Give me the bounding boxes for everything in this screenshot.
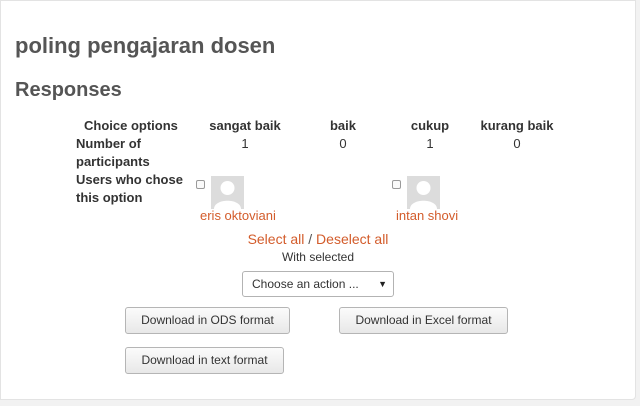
count-baik: 0 [339,136,347,151]
choice-options-header: Choice options [84,118,178,133]
avatar[interactable] [211,176,244,209]
select-all-link[interactable]: Select all [248,231,305,247]
participants-label-line2: participants [76,154,150,169]
participants-label: Number of participants [76,135,150,171]
download-text-button[interactable]: Download in text format [125,347,284,374]
chevron-down-icon: ▼ [378,279,387,289]
avatar[interactable] [407,176,440,209]
user-name-link[interactable]: intan shovi [396,208,458,224]
section-heading-responses: Responses [15,79,122,101]
select-links: Select all / Deselect all [218,230,418,248]
users-label: Users who chose this option [76,171,183,207]
user-select-checkbox[interactable] [392,180,401,189]
download-excel-button[interactable]: Download in Excel format [339,307,508,334]
user-name-link[interactable]: eris oktoviani [200,208,276,224]
users-label-line1: Users who chose [76,172,183,187]
users-label-line2: this option [76,190,143,205]
count-kurang-baik: 0 [513,136,521,151]
option-header-sangat-baik: sangat baik [209,118,281,133]
with-selected-label: With selected [281,250,355,264]
option-header-kurang-baik: kurang baik [480,118,554,133]
deselect-all-link[interactable]: Deselect all [316,231,388,247]
option-header-baik: baik [329,118,356,133]
count-cukup: 1 [426,136,434,151]
participants-label-line1: Number of [76,136,141,151]
action-select-value: Choose an action ... [252,277,359,291]
user-select-checkbox[interactable] [196,180,205,189]
page-title: poling pengajaran dosen [15,33,276,58]
responses-page: poling pengajaran dosen Responses Choice… [0,0,636,400]
count-sangat-baik: 1 [241,136,249,151]
select-separator: / [308,231,313,247]
option-header-cukup: cukup [410,118,450,133]
download-ods-button[interactable]: Download in ODS format [125,307,290,334]
user-silhouette-icon [211,176,244,209]
user-silhouette-icon [407,176,440,209]
action-select[interactable]: Choose an action ... ▼ [242,271,394,297]
